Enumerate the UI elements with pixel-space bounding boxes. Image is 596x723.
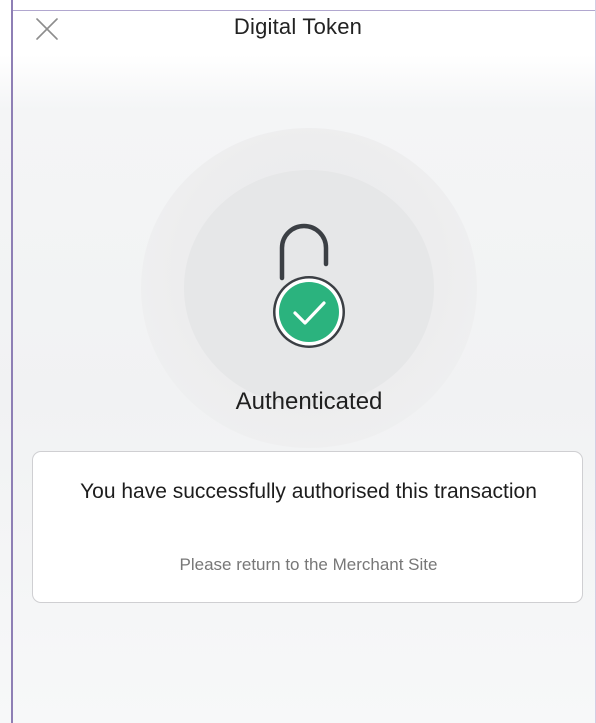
card-title: You have successfully authorised this tr… bbox=[80, 480, 537, 503]
message-card: You have successfully authorised this tr… bbox=[32, 451, 583, 603]
header-bar: Digital Token bbox=[0, 0, 596, 50]
page-title: Digital Token bbox=[233, 14, 363, 39]
frame-border-left bbox=[11, 0, 13, 723]
digital-token-screen: Digital Token Authenticated You have suc… bbox=[0, 0, 596, 723]
unlocked-padlock-check-icon bbox=[264, 220, 354, 350]
status-label: Authenticated bbox=[235, 388, 383, 415]
card-subtitle: Please return to the Merchant Site bbox=[179, 555, 438, 574]
